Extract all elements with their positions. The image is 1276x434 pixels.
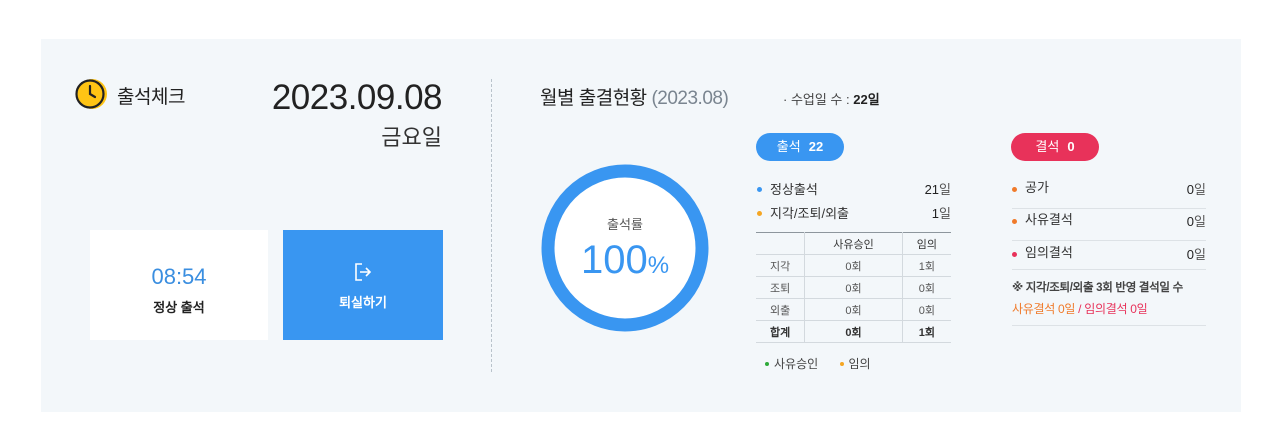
- note-reason-absence: 사유결석 0일: [1012, 302, 1076, 316]
- table-row: 외출 0회 0회: [756, 298, 951, 321]
- logout-icon: [355, 263, 372, 281]
- table-cell: 0회: [804, 276, 903, 299]
- attendance-rate-value: 100%: [541, 238, 709, 283]
- stat-number: 0: [1186, 247, 1195, 262]
- note-separator: /: [1075, 302, 1085, 316]
- stat-unit: 일: [939, 206, 951, 221]
- bullet-dot: [1012, 187, 1017, 193]
- table-cell: 0회: [804, 320, 903, 343]
- stat-value: 1일: [932, 203, 951, 222]
- legend-dot: [839, 361, 844, 366]
- bullet-dot: [757, 187, 762, 193]
- checkin-time: 08:54: [151, 264, 207, 289]
- table-header: 사유승인: [804, 232, 903, 255]
- bullet-dot: [1012, 219, 1017, 225]
- note-divider: [1012, 325, 1206, 326]
- stat-value: 0일: [1187, 244, 1206, 263]
- table-cell: 외출: [756, 298, 806, 321]
- current-weekday: 금요일: [381, 125, 442, 150]
- attendance-rate-label: 출석률: [607, 217, 643, 232]
- attendance-check-title: 출석체크: [117, 87, 185, 108]
- attend-badge-count: 22: [808, 139, 824, 154]
- absence-note-values: 사유결석 0일 / 임의결석 0일: [1012, 300, 1148, 317]
- legend-item-approved: 사유승인: [765, 357, 818, 371]
- monthly-period: (2023.08): [651, 88, 729, 109]
- stat-number: 0: [1186, 182, 1195, 197]
- stat-label: 공가: [1025, 180, 1049, 195]
- checkin-status: 정상 출석: [153, 300, 205, 315]
- table-header-row: 사유승인 임의: [756, 232, 951, 255]
- rate-number: 100: [580, 238, 648, 282]
- rate-unit: %: [647, 252, 670, 279]
- stat-late-early-out: 지각/조퇴/외출 1일: [757, 203, 951, 222]
- note-arbitrary-absence: 임의결석 0일: [1084, 302, 1148, 316]
- stat-reason-absence: 사유결석 0일: [1012, 209, 1206, 241]
- bullet-dot: [1012, 252, 1017, 258]
- stat-value: 21일: [925, 179, 951, 198]
- late-early-out-table: 사유승인 임의 지각 0회 1회 조퇴 0회 0회 외출 0회 0회 합계 0회…: [756, 232, 951, 343]
- table-header: 임의: [901, 232, 951, 255]
- checkin-time-card: 08:54 정상 출석: [90, 230, 268, 340]
- table-total-row: 합계 0회 1회: [756, 320, 951, 343]
- absence-note-title: ※ 지각/조퇴/외출 3회 반영 결석일 수: [1012, 282, 1183, 294]
- table-cell: 1회: [901, 320, 951, 343]
- stat-arbitrary-absence: 임의결석 0일: [1012, 242, 1206, 270]
- stat-label: 사유결석: [1025, 212, 1073, 227]
- table-cell: 0회: [804, 254, 903, 277]
- table-cell: 0회: [901, 298, 951, 321]
- bullet-dot: [757, 211, 762, 217]
- clock-icon: [75, 79, 107, 109]
- stat-unit: 일: [1194, 182, 1206, 197]
- table-row: 조퇴 0회 0회: [756, 276, 951, 299]
- monthly-status-title: 월별 출결현황 (2023.08): [540, 83, 729, 110]
- table-header: [756, 232, 806, 255]
- legend-item-arbitrary: 임의: [839, 357, 871, 371]
- absent-badge-count: 0: [1067, 139, 1075, 154]
- stat-unit: 일: [939, 182, 951, 197]
- stat-unit: 일: [1194, 247, 1206, 262]
- stat-value: 0일: [1187, 211, 1206, 230]
- legend-label: 임의: [848, 357, 871, 371]
- attend-badge-label: 출석: [776, 139, 801, 154]
- table-cell: 0회: [804, 298, 903, 321]
- legend-label: 사유승인: [774, 357, 819, 371]
- stat-value: 0일: [1187, 179, 1206, 198]
- class-days-value: 22일: [853, 92, 880, 107]
- leave-button[interactable]: 퇴실하기: [283, 230, 443, 340]
- stat-number: 1: [931, 206, 940, 221]
- table-cell: 0회: [901, 276, 951, 299]
- attend-count-badge: 출석 22: [756, 133, 844, 161]
- stat-label: 지각/조퇴/외출: [770, 206, 849, 221]
- stat-normal-attendance: 정상출석 21일: [757, 179, 951, 198]
- table-row: 지각 0회 1회: [756, 254, 951, 277]
- stat-label: 정상출석: [770, 182, 818, 197]
- stat-unit: 일: [1194, 214, 1206, 229]
- current-date: 2023.09.08: [271, 78, 443, 117]
- table-cell: 지각: [756, 254, 806, 277]
- stat-label: 임의결석: [1025, 245, 1073, 260]
- class-days: · 수업일 수 : 22일: [783, 89, 880, 108]
- table-cell: 합계: [756, 320, 806, 343]
- table-cell: 1회: [901, 254, 951, 277]
- leave-button-label: 퇴실하기: [339, 295, 387, 310]
- class-days-label: · 수업일 수 :: [783, 92, 850, 107]
- monthly-title-text: 월별 출결현황: [540, 88, 647, 109]
- stat-official-leave: 공가 0일: [1012, 177, 1206, 209]
- absent-badge-label: 결석: [1035, 139, 1060, 154]
- table-cell: 조퇴: [756, 276, 806, 299]
- stat-number: 21: [924, 182, 940, 197]
- table-legend: 사유승인 임의: [765, 355, 889, 372]
- absent-count-badge: 결석 0: [1011, 133, 1099, 161]
- section-divider: [491, 79, 492, 372]
- legend-dot: [765, 361, 769, 366]
- stat-number: 0: [1186, 214, 1195, 229]
